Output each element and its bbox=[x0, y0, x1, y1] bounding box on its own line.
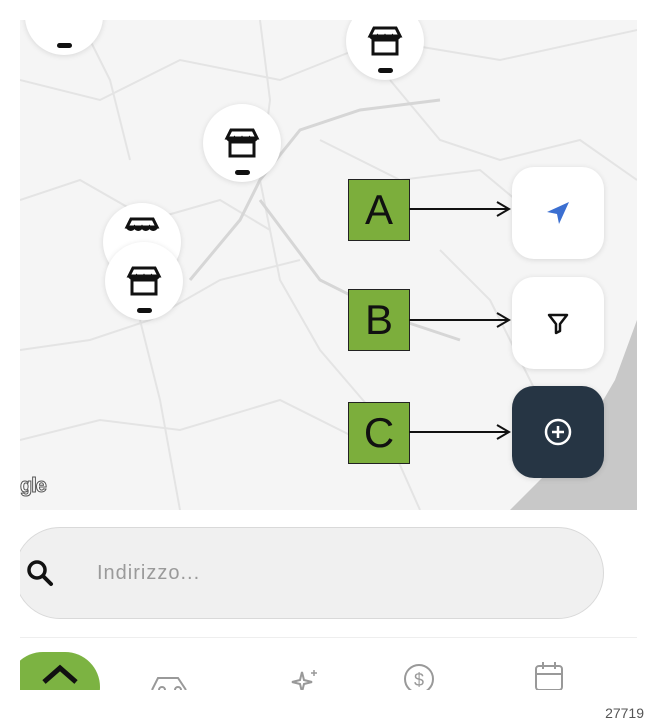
tab-home[interactable] bbox=[20, 652, 100, 690]
map-marker[interactable] bbox=[203, 104, 281, 182]
store-icon bbox=[367, 26, 403, 56]
image-number: 27719 bbox=[605, 705, 644, 721]
marker-dash bbox=[57, 43, 72, 48]
car-icon[interactable] bbox=[150, 668, 190, 690]
annotation-label-b: B bbox=[348, 289, 410, 351]
search-icon bbox=[27, 560, 53, 586]
app-frame: gle A B C Indirizzo... $ bbox=[20, 20, 637, 690]
annotation-arrow-c bbox=[409, 424, 511, 440]
sparkle-icon[interactable] bbox=[282, 668, 322, 690]
map-view[interactable]: gle A B C bbox=[20, 20, 637, 510]
filter-button[interactable] bbox=[512, 277, 604, 369]
marker-dash bbox=[137, 308, 152, 313]
calendar-icon[interactable] bbox=[532, 660, 566, 690]
bottom-tab-bar: $ bbox=[20, 637, 637, 690]
add-circle-icon bbox=[544, 418, 572, 446]
marker-dash bbox=[235, 170, 250, 175]
dollar-icon[interactable]: $ bbox=[402, 662, 436, 690]
store-icon bbox=[126, 266, 162, 296]
add-button[interactable] bbox=[512, 386, 604, 478]
search-input[interactable]: Indirizzo... bbox=[20, 527, 604, 619]
annotation-label-a: A bbox=[348, 179, 410, 241]
home-icon bbox=[42, 664, 78, 684]
filter-icon bbox=[547, 313, 569, 335]
annotation-label-c: C bbox=[348, 402, 410, 464]
search-section: Indirizzo... bbox=[20, 510, 637, 637]
svg-text:$: $ bbox=[414, 670, 424, 690]
map-marker[interactable] bbox=[105, 242, 183, 320]
map-attribution: gle bbox=[20, 475, 47, 498]
search-placeholder: Indirizzo... bbox=[97, 562, 201, 584]
annotation-arrow-a bbox=[409, 201, 511, 217]
locate-button[interactable] bbox=[512, 167, 604, 259]
annotation-arrow-b bbox=[409, 312, 511, 328]
store-icon bbox=[224, 128, 260, 158]
marker-dash bbox=[378, 68, 393, 73]
navigation-arrow-icon bbox=[547, 202, 569, 224]
